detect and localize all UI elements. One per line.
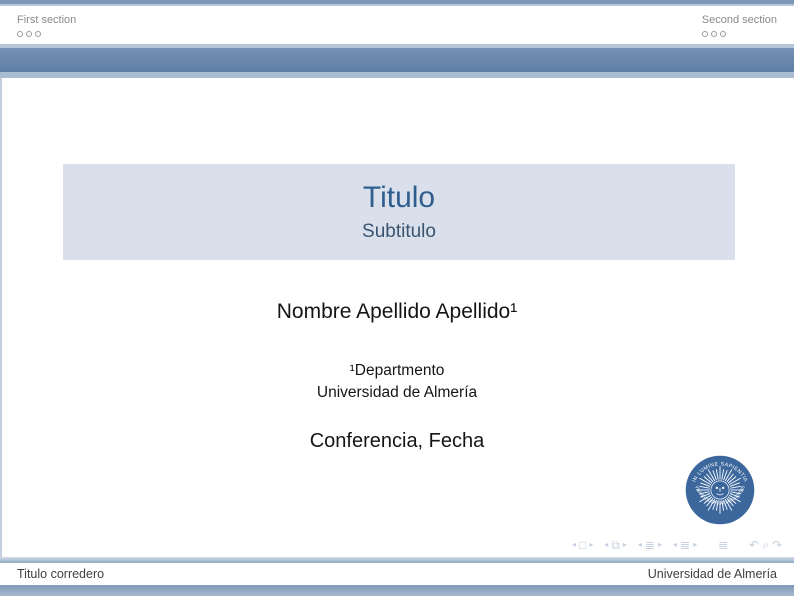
title-block: Titulo Subtitulo [63, 164, 735, 260]
search-icon[interactable]: ⌕ [762, 538, 769, 552]
seal-face-eye [716, 487, 718, 489]
frame-bullet-icon[interactable] [26, 31, 32, 37]
frame-bullet-icon[interactable] [17, 31, 23, 37]
frame-bullet-icon[interactable] [35, 31, 41, 37]
overlay-icon[interactable]: ⧉ [611, 538, 620, 552]
sidebar-item-first-section[interactable]: First section [17, 14, 76, 37]
institute-university: Universidad de Almería [0, 382, 794, 404]
footer-band: Titulo corredero Universidad de Almería [0, 563, 794, 585]
prev-overlay-arrow-icon[interactable]: ◂ [604, 538, 608, 552]
author-name: Nombre Apellido Apellido¹ [0, 300, 794, 324]
footer-slide-title: Titulo corredero [17, 567, 104, 581]
next-section-arrow-icon[interactable]: ▸ [693, 538, 697, 552]
conference-date: Conferencia, Fecha [0, 430, 794, 453]
frame-icon[interactable]: □ [579, 538, 586, 552]
prev-subsection-arrow-icon[interactable]: ◂ [638, 538, 642, 552]
header-main-bar [0, 48, 794, 72]
slide-title: Titulo [363, 182, 435, 214]
appendix-icon[interactable]: ≣ [718, 538, 728, 552]
frame-bullet-icon[interactable] [711, 31, 717, 37]
footer-bottom-bar [0, 585, 794, 596]
frame-bullets [17, 31, 76, 37]
header-lower-strip [0, 72, 794, 78]
frame-bullets [702, 31, 777, 37]
section-icon[interactable]: ≣ [680, 538, 690, 552]
prev-frame-arrow-icon[interactable]: ◂ [572, 538, 576, 552]
nav-symbols: ◂□▸◂⧉▸◂≣▸◂≣▸≣↶⌕↷ [572, 537, 782, 553]
frame-bullet-icon[interactable] [702, 31, 708, 37]
frame-bullet-icon[interactable] [720, 31, 726, 37]
sidebar-item-second-section[interactable]: Second section [702, 14, 777, 37]
back-icon[interactable]: ↶ [749, 538, 759, 552]
institute-block: ¹Departmento Universidad de Almería [0, 360, 794, 404]
next-overlay-arrow-icon[interactable]: ▸ [623, 538, 627, 552]
header-band: First section Second section [0, 6, 794, 44]
seal-face-eye [722, 487, 724, 489]
section-label[interactable]: First section [17, 14, 76, 27]
next-frame-arrow-icon[interactable]: ▸ [589, 538, 593, 552]
institute-department: ¹Departmento [0, 360, 794, 382]
next-subsection-arrow-icon[interactable]: ▸ [658, 538, 662, 552]
section-label[interactable]: Second section [702, 14, 777, 27]
slide-subtitle: Subtitulo [362, 221, 436, 242]
slide-left-edge [0, 0, 2, 596]
forward-icon[interactable]: ↷ [772, 538, 782, 552]
prev-section-arrow-icon[interactable]: ◂ [673, 538, 677, 552]
footer-university-name: Universidad de Almería [648, 567, 777, 581]
universidad-de-almeria-seal-logo: IN LUMINE SAPIENTIA VNIVERSITAS ALMERIEN… [685, 455, 755, 525]
beamer-title-slide: First section Second section Titulo Subt… [0, 0, 794, 596]
subsection-icon[interactable]: ≣ [645, 538, 655, 552]
